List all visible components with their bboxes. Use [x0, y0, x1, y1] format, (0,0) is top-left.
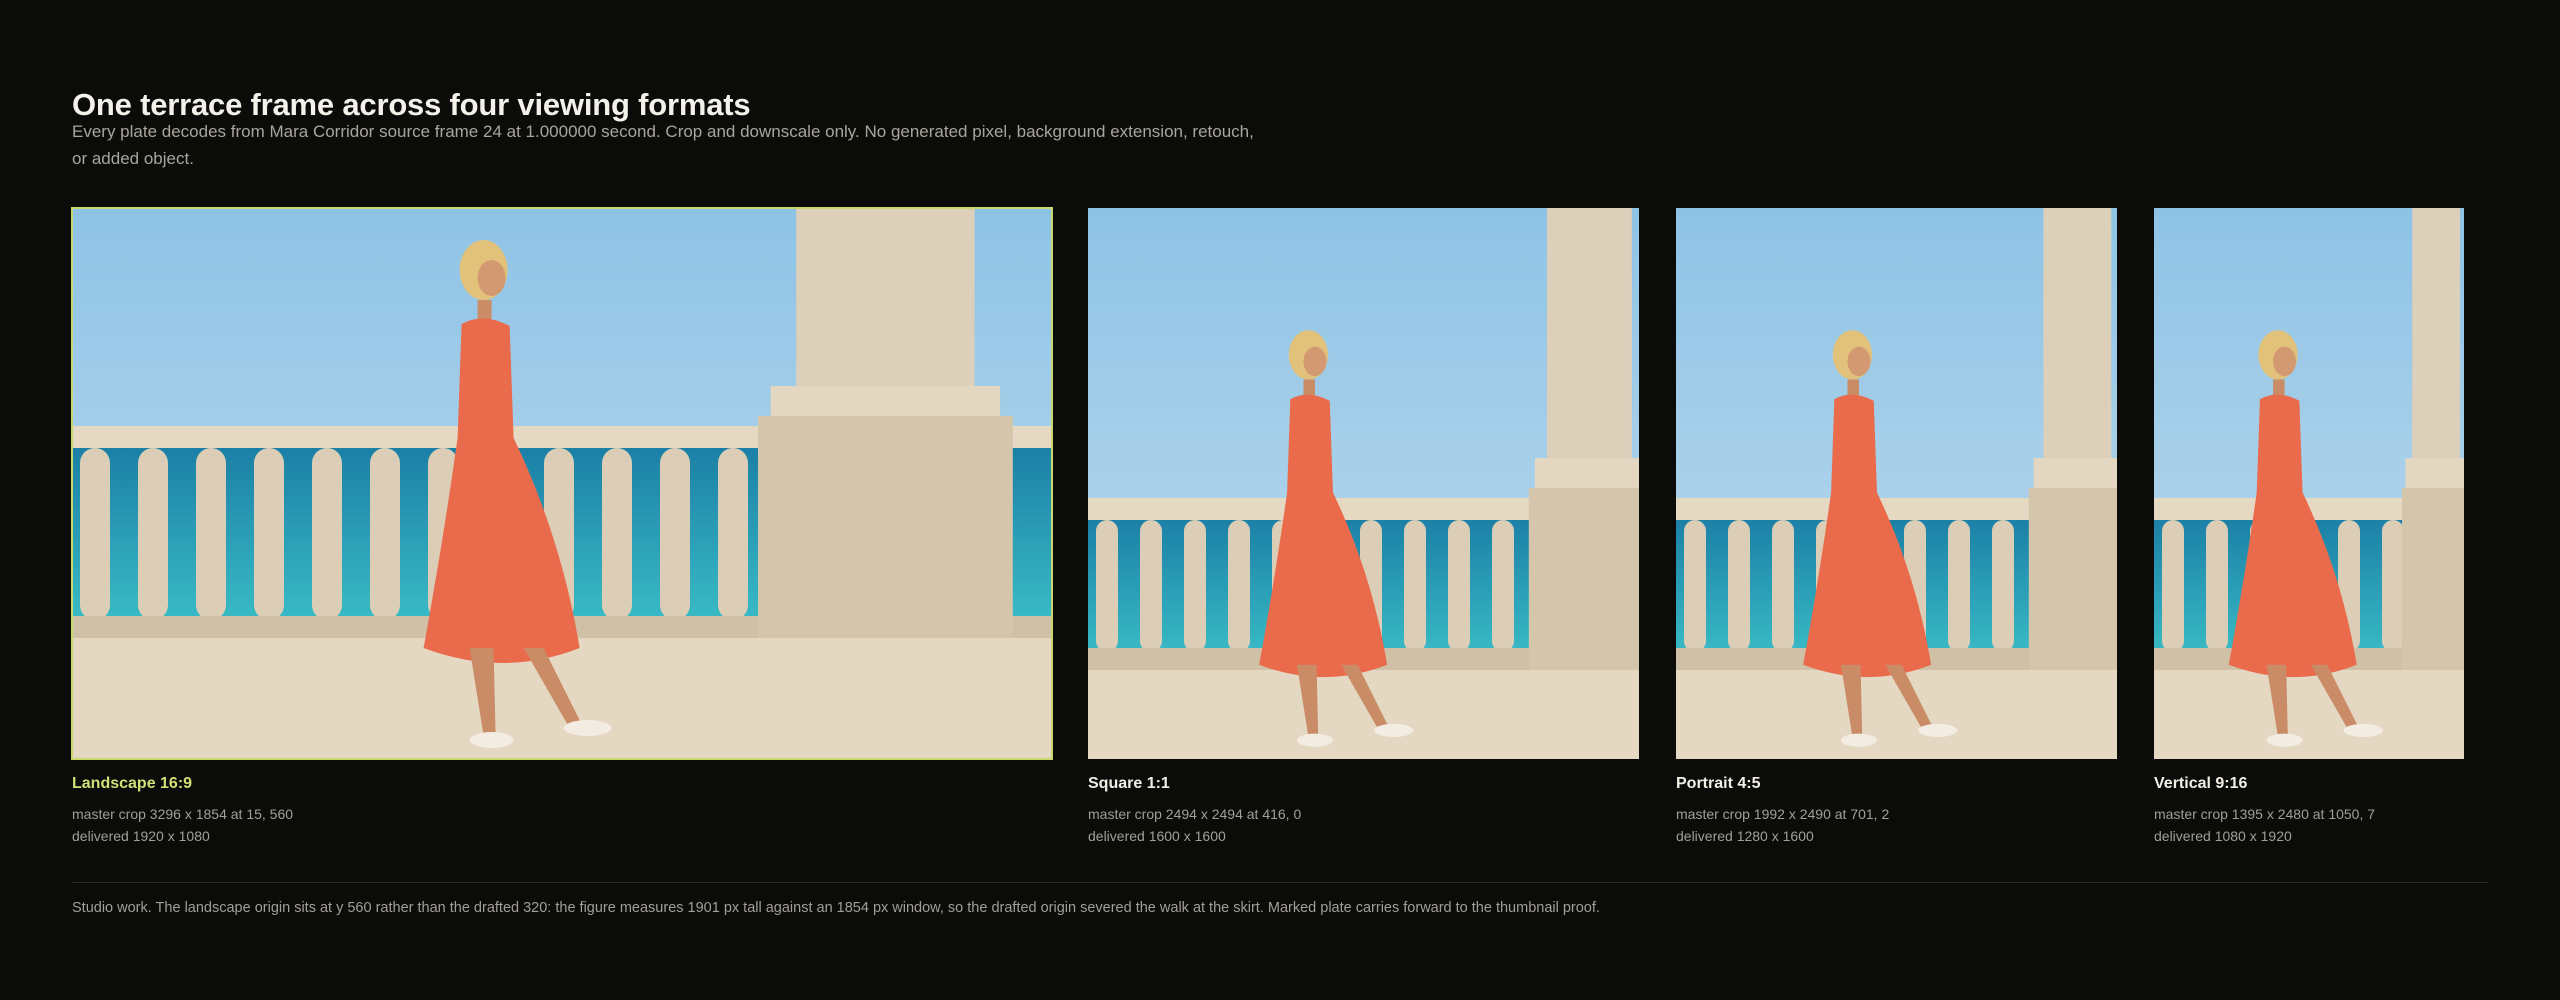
page-subtitle: Every plate decodes from Mara Corridor s…: [72, 122, 1254, 168]
plate-crop-info: master crop 2494 x 2494 at 416, 0: [1088, 806, 1302, 822]
plate-label: Vertical 9:16: [2154, 775, 2248, 792]
column-capital: [2033, 458, 2117, 488]
baluster: [660, 448, 690, 620]
figure-shoe: [469, 732, 514, 748]
stone-pier: [758, 416, 1013, 638]
figure-face: [2273, 346, 2297, 377]
figure-face: [1303, 346, 1327, 377]
baluster: [1948, 520, 1970, 652]
baluster: [1228, 520, 1250, 652]
figure-shoe: [1840, 733, 1877, 747]
baluster: [1492, 520, 1514, 652]
stone-pier: [1528, 488, 1639, 670]
column-capital: [770, 386, 1001, 416]
stone-pier: [2028, 488, 2117, 670]
plate-image-frame[interactable]: [2154, 208, 2464, 759]
baluster: [312, 448, 342, 620]
terrace-floor: [2154, 670, 2464, 759]
baluster: [2206, 520, 2228, 652]
baluster: [1448, 520, 1470, 652]
plate-square[interactable]: Square 1:1 master crop 2494 x 2494 at 41…: [1088, 208, 1639, 847]
baluster: [196, 448, 226, 620]
plate-delivered-info: delivered 1080 x 1920: [2154, 828, 2292, 844]
figure-shoe: [563, 720, 612, 736]
terrace-scene-image: [72, 208, 1052, 759]
baluster: [718, 448, 748, 620]
plate-image-frame[interactable]: [1676, 208, 2117, 759]
baluster: [138, 448, 168, 620]
plate-label: Landscape 16:9: [72, 775, 193, 792]
figure-shoe: [1918, 723, 1958, 737]
figure-shoe: [1374, 723, 1414, 737]
footer-note: Studio work. The landscape origin sits a…: [72, 900, 1600, 916]
baluster: [602, 448, 632, 620]
baluster: [80, 448, 110, 620]
plate-image-frame[interactable]: [1088, 208, 1639, 759]
plate-label: Square 1:1: [1088, 775, 1170, 792]
baluster: [1404, 520, 1426, 652]
plate-delivered-info: delivered 1280 x 1600: [1676, 828, 1814, 844]
baluster: [370, 448, 400, 620]
baluster: [1992, 520, 2014, 652]
stone-column: [2043, 208, 2112, 488]
stone-column: [796, 208, 975, 416]
baluster: [254, 448, 284, 620]
plate-landscape[interactable]: Landscape 16:9 master crop 3296 x 1854 a…: [71, 207, 1053, 847]
baluster: [1140, 520, 1162, 652]
plate-delivered-info: delivered 1600 x 1600: [1088, 828, 1226, 844]
plate-crop-info: master crop 3296 x 1854 at 15, 560: [72, 806, 294, 822]
plate-crop-info: master crop 1992 x 2490 at 701, 2: [1676, 806, 1890, 822]
figure-face: [1847, 346, 1871, 377]
baluster: [1772, 520, 1794, 652]
figure-shoe: [1296, 733, 1333, 747]
plate-crop-info: master crop 1395 x 2480 at 1050, 7: [2154, 806, 2376, 822]
terrace-scene-image: [1088, 208, 1639, 759]
column-capital: [1534, 458, 1639, 488]
terrace-scene-image: [2154, 208, 2464, 759]
plate-image-frame[interactable]: [71, 207, 1053, 760]
figure-face: [477, 260, 506, 296]
baluster: [2382, 520, 2404, 652]
baluster: [1096, 520, 1118, 652]
baluster: [1728, 520, 1750, 652]
column-capital: [2405, 458, 2464, 488]
terrace-scene-image: [1676, 208, 2117, 759]
stone-column: [2412, 208, 2460, 488]
baluster: [1184, 520, 1206, 652]
plate-vertical[interactable]: Vertical 9:16 master crop 1395 x 2480 at…: [2154, 208, 2464, 847]
plate-portrait[interactable]: Portrait 4:5 master crop 1992 x 2490 at …: [1676, 208, 2117, 847]
baluster: [2162, 520, 2184, 652]
figure-shoe: [2266, 733, 2303, 747]
stone-column: [1546, 208, 1632, 488]
figure-shoe: [2343, 723, 2383, 737]
footer-divider: [72, 882, 2488, 883]
stone-pier: [2402, 488, 2464, 670]
plate-delivered-info: delivered 1920 x 1080: [72, 828, 210, 844]
baluster: [1684, 520, 1706, 652]
plate-label: Portrait 4:5: [1676, 775, 1761, 792]
